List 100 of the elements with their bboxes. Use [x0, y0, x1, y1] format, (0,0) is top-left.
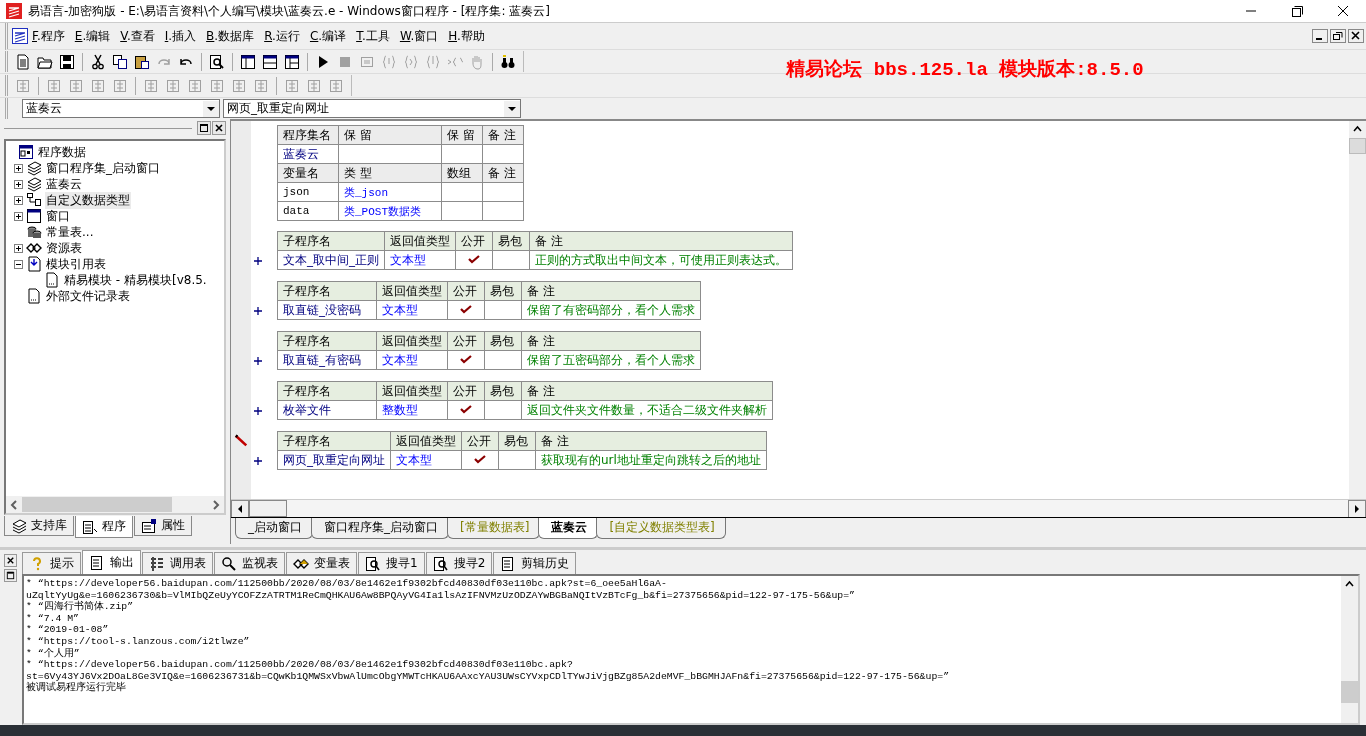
- expand-icon[interactable]: [253, 306, 263, 316]
- column-header: 易包: [484, 381, 522, 401]
- table-cell: 文本_取中间_正则: [277, 250, 385, 270]
- panel-tab[interactable]: 程序: [75, 516, 133, 538]
- output-tab[interactable]: 输出: [82, 550, 141, 574]
- menu-item[interactable]: T.工具: [356, 27, 390, 45]
- minimize-icon[interactable]: [1312, 29, 1328, 43]
- table-cell: [441, 182, 483, 202]
- column-header: 公开: [447, 381, 485, 401]
- check-icon: [468, 254, 480, 264]
- panel-tab[interactable]: 支持库: [4, 516, 74, 536]
- table-cell: 取直链_有密码: [277, 350, 377, 370]
- output-line: uZqltYyUg&e=1606236730&b=VlMIbQZeUyYCOFZzATRTM1ReCmQHKAU6Aw8BPQAyVG4Ia1lsAzIFNVMzUzODZAYwBGBaNQItVzBTcFg_b&fi=27375656&pid=122-97-175-56&up=”: [26, 589, 856, 601]
- scroll-thumb[interactable]: [1341, 681, 1358, 703]
- cylinders-icon: [26, 224, 42, 240]
- menu-item[interactable]: R.运行: [264, 27, 300, 45]
- column-header: 易包: [484, 331, 522, 351]
- tree-item[interactable]: 窗口: [45, 207, 71, 225]
- column-header: 子程序名: [277, 331, 377, 351]
- menu-item[interactable]: C.编译: [309, 27, 347, 45]
- panel-tab[interactable]: 属性: [134, 516, 192, 536]
- editor-tab[interactable]: 窗口程序集_启动窗口: [311, 518, 449, 539]
- menu-item[interactable]: V.查看: [120, 27, 155, 45]
- expand-icon[interactable]: [253, 456, 263, 466]
- dropdown[interactable]: 网页_取重定向网址: [223, 99, 521, 118]
- column-header: 备 注: [521, 331, 701, 351]
- expander-icon[interactable]: [14, 211, 23, 221]
- scroll-left-icon[interactable]: [231, 499, 249, 518]
- tree-item[interactable]: 自定义数据类型: [45, 191, 131, 209]
- menu-item[interactable]: F.程序: [32, 27, 65, 45]
- expand-icon[interactable]: [253, 256, 263, 266]
- column-header: 程序集名: [277, 125, 339, 145]
- output-tab[interactable]: 变量表: [286, 552, 357, 574]
- document-icon: [82, 518, 98, 535]
- layers-icon: [11, 517, 27, 534]
- expander-icon[interactable]: [14, 259, 23, 269]
- expander-icon[interactable]: [14, 163, 23, 173]
- table-cell: [482, 144, 524, 164]
- align-icon: [165, 77, 181, 94]
- table-cell: 保留了有密码部分，看个人需求: [521, 300, 701, 320]
- output-tab[interactable]: 搜寻2: [425, 552, 493, 574]
- expand-icon[interactable]: [253, 356, 263, 366]
- brace-icon: [403, 53, 419, 70]
- column-header: 公开: [461, 431, 499, 451]
- tree-item[interactable]: 外部文件记录表: [45, 287, 131, 305]
- tree-item[interactable]: 资源表: [45, 239, 83, 257]
- close-icon[interactable]: [4, 554, 17, 567]
- scroll-right-icon[interactable]: [1348, 499, 1366, 518]
- tree-item[interactable]: 精易模块 - 精易模块[v8.5.: [63, 271, 208, 289]
- expander-icon[interactable]: [14, 243, 23, 253]
- tree-item[interactable]: 蓝奏云: [45, 175, 83, 193]
- tree-item[interactable]: 模块引用表: [45, 255, 107, 273]
- output-tab[interactable]: 调用表: [142, 552, 213, 574]
- check-icon: [460, 354, 472, 364]
- align-icon: [46, 77, 62, 94]
- menu-item[interactable]: I.插入: [164, 27, 197, 45]
- search-icon: [209, 53, 225, 70]
- menu-item[interactable]: W.窗口: [399, 27, 439, 45]
- form-icon: [141, 517, 157, 534]
- output-tab[interactable]: 提示: [22, 552, 81, 574]
- output-line: * “https://tool-s.lanzous.com/i2tlwze”: [26, 635, 251, 648]
- table-cell: 整数型: [376, 400, 448, 420]
- expander-icon[interactable]: [14, 179, 23, 189]
- tree-item[interactable]: 程序数据: [37, 143, 87, 161]
- editor-tab[interactable]: _启动窗口: [235, 518, 313, 539]
- editor-tab[interactable]: [自定义数据类型表]: [596, 518, 726, 539]
- output-tab[interactable]: 搜寻1: [358, 552, 425, 574]
- align-icon: [231, 77, 247, 94]
- output-tab[interactable]: 监视表: [214, 552, 285, 574]
- column-header: 子程序名: [277, 281, 377, 301]
- align-icon: [328, 77, 344, 94]
- column-header: 公开: [447, 281, 485, 301]
- output-line: * “四海行书简体.zip”: [26, 601, 134, 613]
- close-icon[interactable]: [1348, 29, 1364, 43]
- document-icon: [26, 288, 42, 304]
- editor-tab[interactable]: 蓝奏云: [538, 518, 599, 539]
- search-icon: [365, 555, 381, 572]
- restore-icon[interactable]: [1330, 29, 1346, 43]
- brace-icon: [425, 53, 441, 70]
- maximize-icon[interactable]: [197, 121, 211, 135]
- scroll-thumb[interactable]: [1349, 138, 1366, 154]
- table-cell: 文本型: [390, 450, 462, 470]
- tree-item[interactable]: 窗口程序集_启动窗口: [45, 159, 161, 177]
- output-tab[interactable]: 剪辑历史: [493, 552, 577, 574]
- menu-item[interactable]: H.帮助: [448, 27, 485, 45]
- dropdown[interactable]: 蓝奏云: [22, 99, 220, 118]
- output-line: st=6Vy43YJ6Vx2DOaL8Ge3VIQ&e=1606236731&b=CQwKb1QMWSxVbwAlUmcObgYMWTcHKAU6AAxcYAU3UWsCYVxpCDlTYwJiVjgBZg85A2deMVF_bBGMHJAFn&fi=27375656&pid=122-97-175-56&up=”: [26, 670, 951, 682]
- align-icon: [209, 77, 225, 94]
- maximize-icon[interactable]: [4, 569, 17, 582]
- close-icon[interactable]: [212, 121, 226, 135]
- column-header: 返回值类型: [384, 231, 456, 251]
- scroll-thumb[interactable]: [249, 500, 287, 517]
- expander-icon[interactable]: [14, 195, 23, 205]
- menu-item[interactable]: B.数据库: [206, 27, 255, 45]
- editor-tab[interactable]: [常量数据表]: [447, 518, 541, 539]
- expand-icon[interactable]: [253, 406, 263, 416]
- scroll-thumb[interactable]: [22, 497, 172, 512]
- tree-item[interactable]: 常量表...: [45, 223, 95, 241]
- menu-item[interactable]: E.编辑: [74, 27, 111, 45]
- column-header: 易包: [492, 231, 530, 251]
